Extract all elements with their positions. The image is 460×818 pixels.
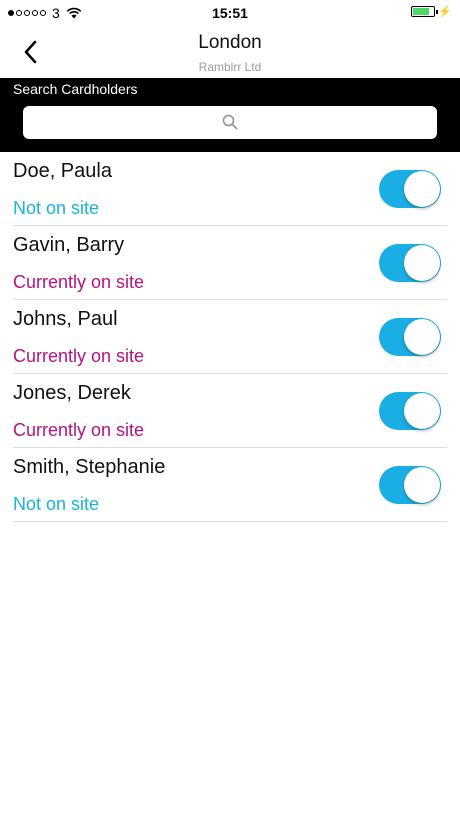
cardholder-status: Currently on site	[13, 346, 145, 366]
toggle-knob	[404, 393, 440, 429]
page-title: London	[198, 32, 262, 53]
status-time: 15:51	[212, 5, 248, 21]
cardholder-status: Not on site	[13, 198, 100, 218]
search-field	[23, 106, 437, 139]
toggle-knob	[404, 467, 440, 503]
cardholder-row[interactable]: Jones, Derek Currently on site	[13, 374, 447, 448]
cardholder-name: Smith, Stephanie	[13, 456, 166, 478]
cardholder-toggle[interactable]	[379, 392, 441, 430]
status-bar: 3 15:51 ⚡	[0, 0, 460, 26]
toggle-knob	[404, 171, 440, 207]
battery-level	[413, 8, 429, 15]
toggle-knob	[404, 245, 440, 281]
cardholder-toggle[interactable]	[379, 170, 441, 208]
cardholder-status: Not on site	[13, 494, 100, 514]
cardholder-status: Currently on site	[13, 420, 145, 440]
cardholder-row[interactable]: Johns, Paul Currently on site	[13, 300, 447, 374]
toggle-knob	[404, 319, 440, 355]
cardholder-name: Doe, Paula	[13, 160, 112, 182]
cardholder-row[interactable]: Smith, Stephanie Not on site	[13, 448, 447, 522]
screen: 3 15:51 ⚡ London Ramblrr Ltd Search Card…	[0, 0, 460, 818]
cardholder-status: Currently on site	[13, 272, 145, 292]
cardholder-row[interactable]: Gavin, Barry Currently on site	[13, 226, 447, 300]
navigation-bar: London Ramblrr Ltd	[0, 26, 460, 78]
cardholder-toggle[interactable]	[379, 466, 441, 504]
cardholder-name: Gavin, Barry	[13, 234, 125, 256]
cardholder-row[interactable]: Doe, Paula Not on site	[13, 152, 447, 226]
cardholder-name: Jones, Derek	[13, 382, 131, 404]
cardholder-toggle[interactable]	[379, 244, 441, 282]
status-right: ⚡	[411, 5, 452, 18]
cardholder-list: Doe, Paula Not on site Gavin, Barry Curr…	[0, 152, 460, 522]
page-subtitle: Ramblrr Ltd	[198, 60, 262, 74]
cardholder-toggle[interactable]	[379, 318, 441, 356]
search-label: Search Cardholders	[13, 81, 138, 97]
charging-bolt-icon: ⚡	[438, 6, 452, 18]
search-input[interactable]	[23, 106, 437, 139]
battery-icon	[411, 6, 439, 17]
search-section: Search Cardholders	[0, 78, 460, 152]
cardholder-name: Johns, Paul	[13, 308, 118, 330]
